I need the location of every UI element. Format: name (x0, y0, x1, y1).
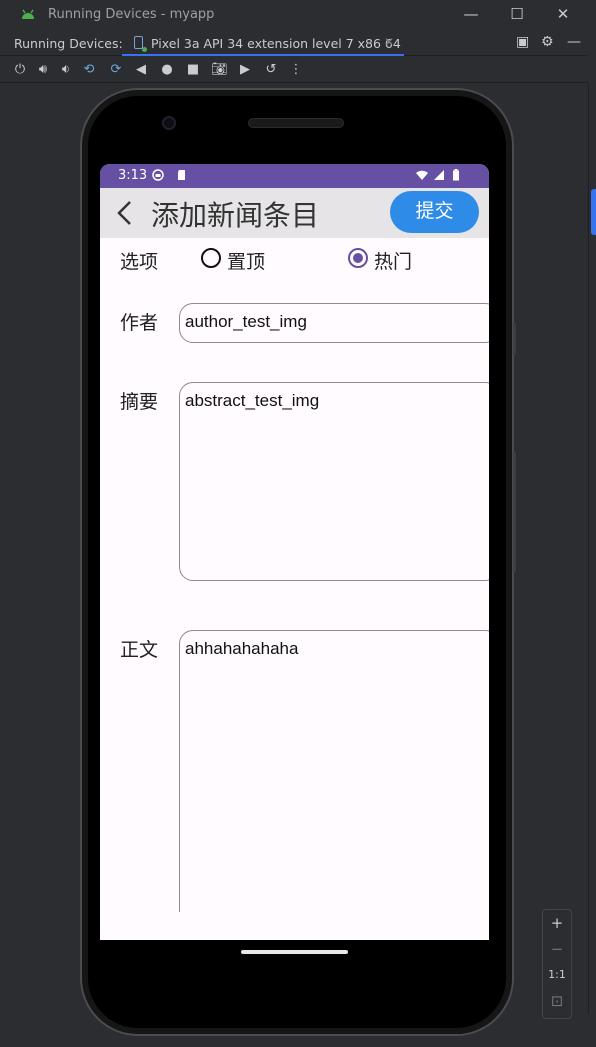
device-icon (134, 36, 147, 52)
side-button (513, 452, 516, 572)
rotate-left-icon[interactable]: ⟲ (81, 62, 97, 78)
screenshot-icon[interactable]: 📷︎ (211, 62, 228, 78)
volume-button (513, 323, 516, 355)
front-camera (162, 116, 176, 130)
running-devices-label: Running Devices: (14, 36, 123, 51)
abstract-label: 摘要 (120, 391, 159, 413)
hide-panel-icon[interactable]: — (567, 34, 581, 50)
ide-title-bar: Running Devices - myapp — ☐ ✕ (0, 0, 596, 30)
wifi-icon (416, 170, 428, 180)
app-bar: 添加新闻条目 提交 (100, 188, 489, 238)
back-arrow-icon[interactable] (114, 196, 136, 230)
gesture-bar[interactable] (241, 950, 348, 954)
gear-icon[interactable]: ⚙ (541, 34, 554, 50)
volume-up-icon[interactable]: 🔊︎ (35, 62, 51, 78)
active-tab-indicator (122, 54, 404, 56)
author-field[interactable]: author_test_img (179, 303, 489, 343)
window-title: Running Devices - myapp (48, 7, 215, 22)
minimize-button[interactable]: — (460, 4, 482, 24)
submit-button[interactable]: 提交 (390, 191, 479, 233)
home-icon[interactable]: ● (159, 62, 175, 78)
battery-icon (453, 169, 459, 181)
radio-top-label[interactable]: 置顶 (227, 247, 265, 274)
reset-icon[interactable]: ↺ (263, 62, 279, 78)
close-tab-icon[interactable]: ✕ (384, 35, 394, 49)
zoom-actual-size-button[interactable]: 1:1 (543, 962, 571, 988)
body-label: 正文 (120, 639, 159, 661)
overview-icon[interactable]: ■ (185, 62, 201, 78)
right-panel (588, 84, 596, 1014)
more-icon[interactable]: ⋮ (288, 62, 304, 78)
page-title: 添加新闻条目 (151, 199, 320, 232)
radio-top[interactable] (201, 248, 221, 268)
device-toolbar: ⏻ 🔊︎ 🔉︎ ⟲ ⟳ ◀ ● ■ 📷︎ ▶ ↺ ⋮ (0, 57, 588, 83)
options-label: 选项 (120, 251, 159, 273)
status-bar: 3:13 (100, 164, 489, 188)
maximize-button[interactable]: ☐ (506, 4, 528, 24)
notification-icon (152, 169, 164, 181)
zoom-panel: + − 1:1 ⊡ (542, 909, 572, 1019)
volume-down-icon[interactable]: 🔉︎ (58, 62, 74, 78)
device-tab-label: Pixel 3a API 34 extension level 7 x86 64 (151, 36, 401, 51)
running-devices-tabbar: Running Devices: Pixel 3a API 34 extensi… (0, 30, 588, 56)
screen-record-icon[interactable]: ▶ (237, 62, 253, 78)
zoom-in-button[interactable]: + (543, 910, 571, 936)
radio-hot-label[interactable]: 热门 (374, 247, 412, 274)
signal-icon (434, 170, 444, 180)
right-panel-tab[interactable] (591, 189, 596, 235)
tab-device[interactable]: Pixel 3a API 34 extension level 7 x86 64… (122, 30, 404, 56)
close-window-button[interactable]: ✕ (552, 4, 574, 24)
screen-bottom-area (100, 912, 489, 940)
radio-hot[interactable] (348, 248, 368, 268)
zoom-fit-icon[interactable]: ⊡ (543, 988, 571, 1014)
rotate-right-icon[interactable]: ⟳ (108, 62, 124, 78)
zoom-out-button[interactable]: − (543, 936, 571, 962)
sd-card-icon (178, 170, 185, 180)
earpiece-speaker (248, 118, 344, 128)
power-icon[interactable]: ⏻ (12, 62, 28, 78)
phone-screen[interactable]: 3:13 添加新闻条目 提交 选项 置顶 热门 作者 author_test_i… (100, 164, 489, 940)
abstract-field[interactable]: abstract_test_img (179, 382, 489, 581)
author-label: 作者 (120, 312, 159, 334)
back-icon[interactable]: ◀ (133, 62, 149, 78)
body-field[interactable]: ahhahahahaha (179, 630, 489, 940)
layout-icon[interactable]: ▣ (516, 34, 529, 50)
status-time: 3:13 (118, 168, 148, 183)
android-icon (22, 9, 34, 19)
